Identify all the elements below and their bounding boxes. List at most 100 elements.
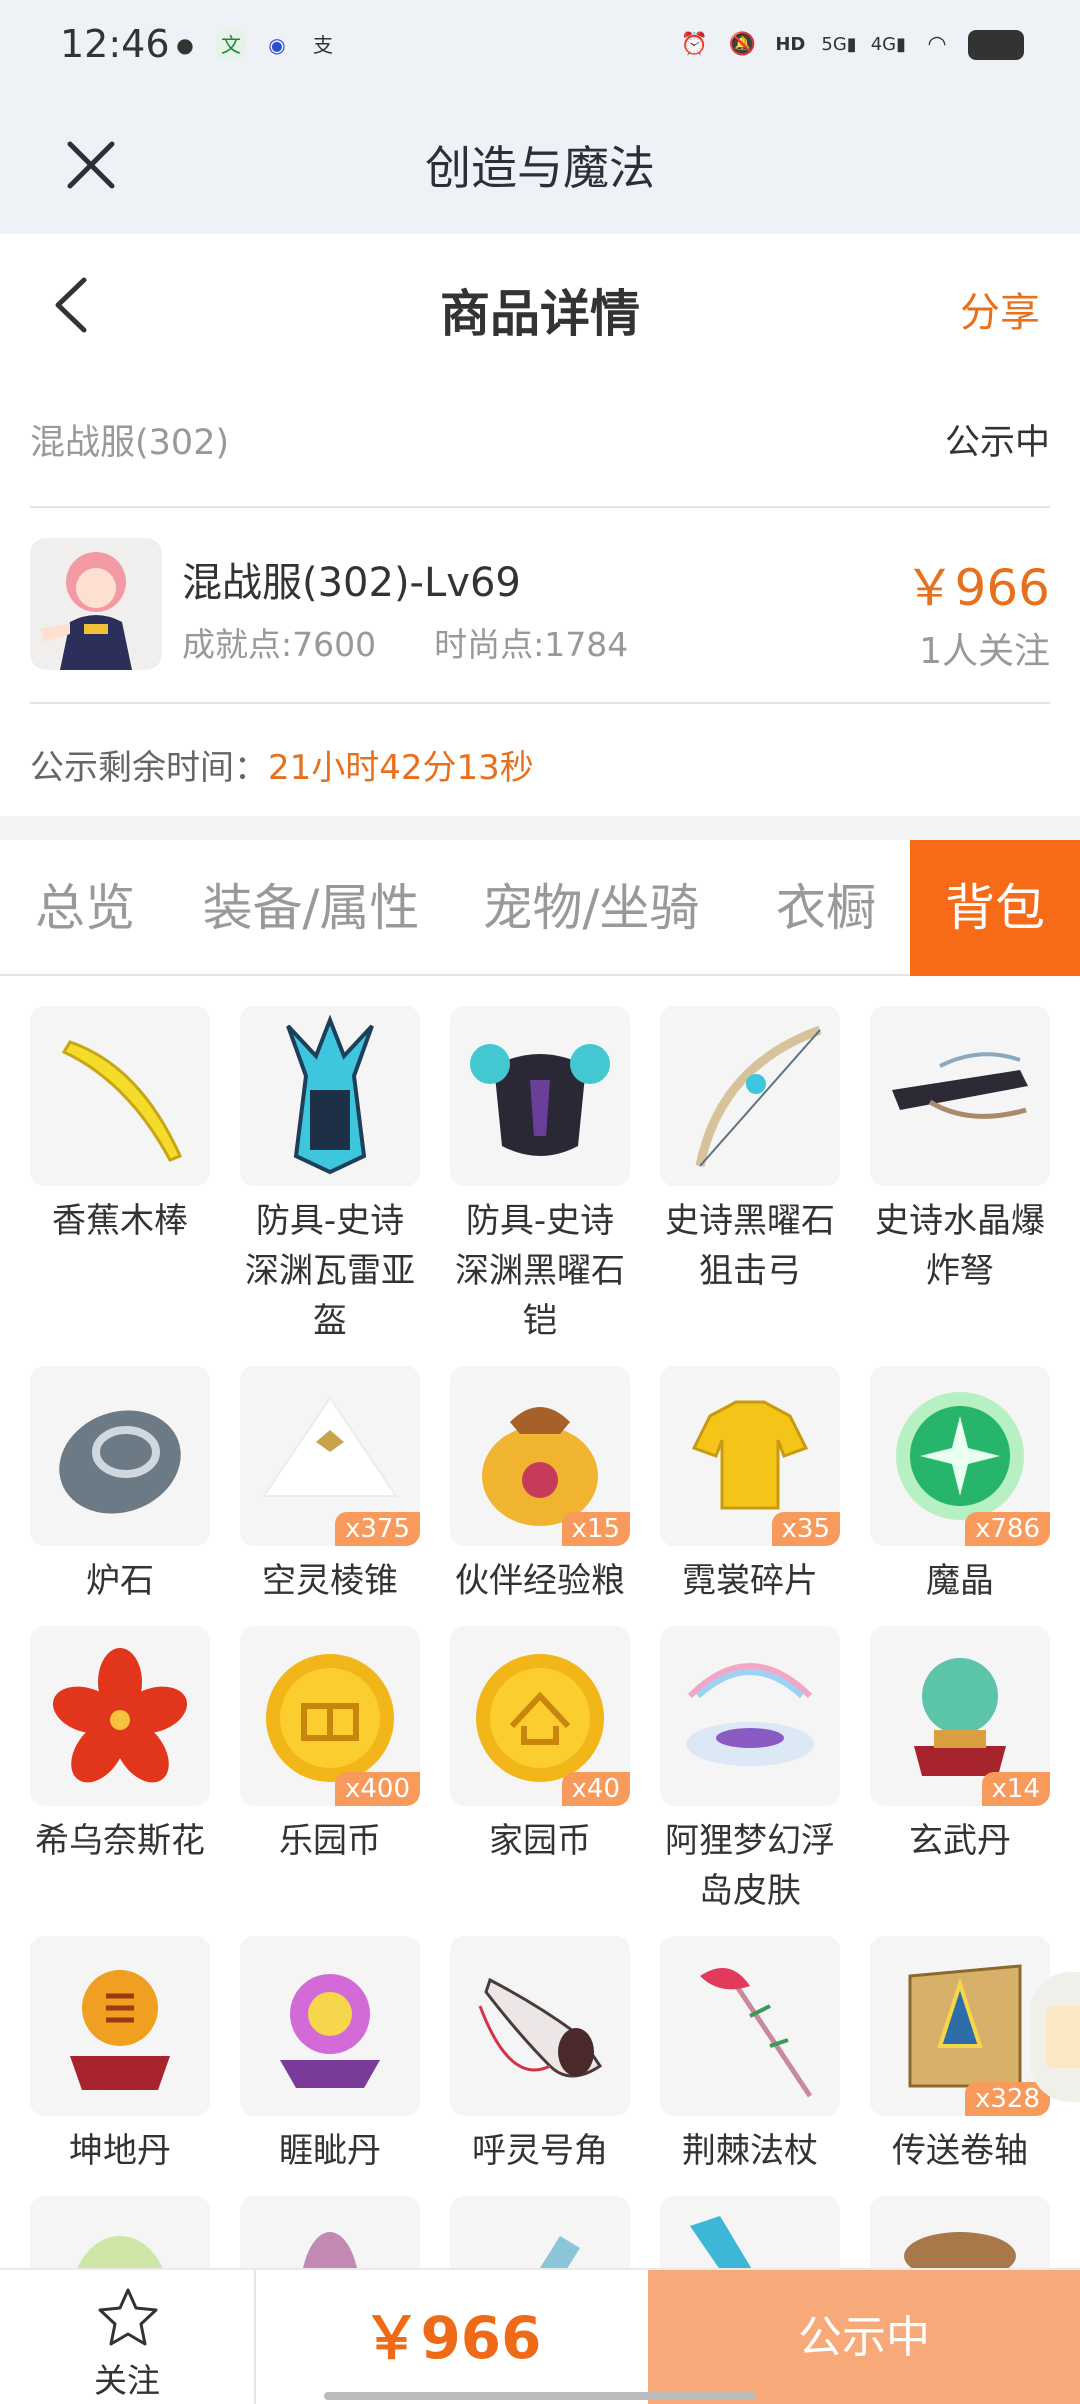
thorn-staff-icon <box>700 1968 813 2098</box>
fashion-points: 时尚点:1784 <box>434 625 629 664</box>
inventory-item[interactable]: 荆棘法杖 <box>660 1936 840 2176</box>
section-divider <box>0 816 1080 840</box>
item-label: 炉石 <box>86 1561 154 1601</box>
tab-overview[interactable]: 总览 <box>0 840 170 976</box>
abyss-helmet-icon <box>286 1014 374 1175</box>
app-title-bar: 创造与魔法 <box>0 96 1080 234</box>
status-time: 12:46 <box>60 22 170 66</box>
item-thumbnail <box>30 1006 210 1186</box>
item-label: 睚眦丹 <box>279 2131 381 2171</box>
tab-backpack[interactable]: 背包 <box>910 840 1080 976</box>
item-thumbnail <box>660 1936 840 2116</box>
server-row: 混战服(302) 公示中 <box>30 400 1050 508</box>
inventory-item[interactable]: x35 霓裳碎片 <box>660 1366 840 1606</box>
item-label: 魔晶 <box>926 1561 994 1601</box>
character-avatar <box>30 538 162 670</box>
inventory-item[interactable]: 史诗黑曜石狙击弓 <box>660 1006 840 1296</box>
inventory-item[interactable]: 睚眦丹 <box>240 1936 420 2176</box>
5g-signal-icon: 5G▮ <box>821 34 857 55</box>
tab-wardrobe[interactable]: 衣橱 <box>756 840 896 976</box>
inventory-item[interactable]: 呼灵号角 <box>450 1936 630 2176</box>
inventory-item[interactable]: x14 玄武丹 <box>870 1626 1050 1866</box>
bottom-bar: 关注 ￥966 公示中 <box>0 2268 1080 2404</box>
quantity-badge: x40 <box>561 1772 630 1806</box>
home-indicator[interactable] <box>324 2392 756 2400</box>
countdown-label: 公示剩余时间： <box>30 748 268 788</box>
item-thumbnail <box>30 1366 210 1546</box>
item-label: 坤地丹 <box>69 2131 171 2171</box>
item-thumbnail: x15 <box>450 1366 630 1546</box>
detail-tabs: 总览 装备/属性 宠物/坐骑 衣橱 背包 <box>0 840 1080 976</box>
inventory-item[interactable]: 香蕉木棒 <box>30 1006 210 1246</box>
quantity-badge: x35 <box>771 1512 840 1546</box>
item-label: 空灵棱锥 <box>262 1561 398 1601</box>
tab-pets[interactable]: 宠物/坐骑 <box>476 840 706 976</box>
item-label: 霓裳碎片 <box>682 1561 818 1601</box>
item-name: 混战服(302)-Lv69 <box>182 560 521 606</box>
item-label: 玄武丹 <box>909 1821 1011 1861</box>
item-label: 希乌奈斯花 <box>35 1821 205 1861</box>
kundi-pill-icon <box>70 1970 170 2090</box>
inventory-item[interactable]: x328 传送卷轴 <box>870 1936 1050 2176</box>
inventory-item[interactable]: x786 魔晶 <box>870 1366 1050 1606</box>
battery-icon <box>968 30 1024 60</box>
item-label: 防具-史诗深渊黑曜石铠 <box>455 1201 625 1341</box>
hearthstone-icon <box>59 1410 181 1514</box>
inventory-item[interactable]: x400 乐园币 <box>240 1626 420 1866</box>
inventory-item[interactable]: 史诗水晶爆炸弩 <box>870 1006 1050 1296</box>
item-thumbnail: x14 <box>870 1626 1050 1806</box>
item-thumbnail: x375 <box>240 1366 420 1546</box>
server-name: 混战服(302) <box>30 422 230 463</box>
inventory-item[interactable]: 防具-史诗深渊瓦雷亚盔 <box>240 1006 420 1346</box>
inventory-item[interactable]: x40 家园币 <box>450 1626 630 1866</box>
item-label: 呼灵号角 <box>472 2131 608 2171</box>
countdown-value: 21小时42分13秒 <box>268 748 534 788</box>
follow-label: 关注 <box>94 2361 160 2400</box>
star-icon <box>98 2288 158 2346</box>
mute-icon: 🔕 <box>728 32 757 57</box>
item-thumbnail: x40 <box>450 1626 630 1806</box>
tab-equipment[interactable]: 装备/属性 <box>196 840 426 976</box>
item-label: 家园币 <box>489 1821 591 1861</box>
status-bar: 12:46 ● 文 ◉ 支 ⏰ 🔕 HD 5G▮ 4G▮ ◠ <box>0 0 1080 96</box>
inventory-item[interactable]: x375 空灵棱锥 <box>240 1366 420 1606</box>
item-summary[interactable]: 混战服(302)-Lv69 成就点:7600 时尚点:1784 ￥966 1人关… <box>30 510 1050 704</box>
inventory-item[interactable]: 阿狸梦幻浮岛皮肤 <box>660 1626 840 1916</box>
crystal-crossbow-icon <box>892 1052 1028 1119</box>
item-label: 传送卷轴 <box>892 2131 1028 2171</box>
yazi-pill-icon <box>280 1974 380 2088</box>
quantity-badge: x15 <box>561 1512 630 1546</box>
item-thumbnail: x400 <box>240 1626 420 1806</box>
inventory-item[interactable]: 防具-史诗深渊黑曜石铠 <box>450 1006 630 1346</box>
inventory-item[interactable]: x15 伙伴经验粮 <box>450 1366 630 1606</box>
item-label: 史诗水晶爆炸弩 <box>875 1201 1045 1291</box>
item-label: 乐园币 <box>279 1821 381 1861</box>
share-button[interactable]: 分享 <box>960 280 1040 338</box>
item-label: 荆棘法杖 <box>682 2131 818 2171</box>
page-header: 商品详情 分享 <box>0 234 1080 374</box>
notification-icons: ● 文 ◉ 支 <box>170 30 338 60</box>
record-icon: ◉ <box>268 33 286 57</box>
app-title: 创造与魔法 <box>425 141 655 195</box>
hd-icon: HD <box>775 34 806 55</box>
item-thumbnail: x328 <box>870 1936 1050 2116</box>
item-thumbnail <box>660 1006 840 1186</box>
follower-count: 1人关注 <box>919 631 1050 672</box>
follow-button[interactable]: 关注 <box>0 2270 256 2404</box>
bottom-price: ￥966 <box>362 2304 542 2372</box>
inventory-item[interactable]: 坤地丹 <box>30 1936 210 2176</box>
inventory-item[interactable]: 炉石 <box>30 1366 210 1606</box>
gift-icon <box>1046 2006 1080 2068</box>
page-title: 商品详情 <box>440 285 640 343</box>
item-thumbnail <box>30 1626 210 1806</box>
inventory-item[interactable]: 希乌奈斯花 <box>30 1626 210 1866</box>
item-thumbnail <box>450 1006 630 1186</box>
sniper-bow-icon <box>695 1025 822 1167</box>
banana-club-icon <box>61 1040 183 1162</box>
item-label: 防具-史诗深渊瓦雷亚盔 <box>245 1201 415 1341</box>
item-thumbnail <box>660 1626 840 1806</box>
floating-island-icon <box>686 1663 814 1766</box>
floating-side-button[interactable] <box>1030 1972 1080 2102</box>
status-button[interactable]: 公示中 <box>648 2270 1080 2404</box>
wifi-icon: ◠ <box>927 32 947 57</box>
